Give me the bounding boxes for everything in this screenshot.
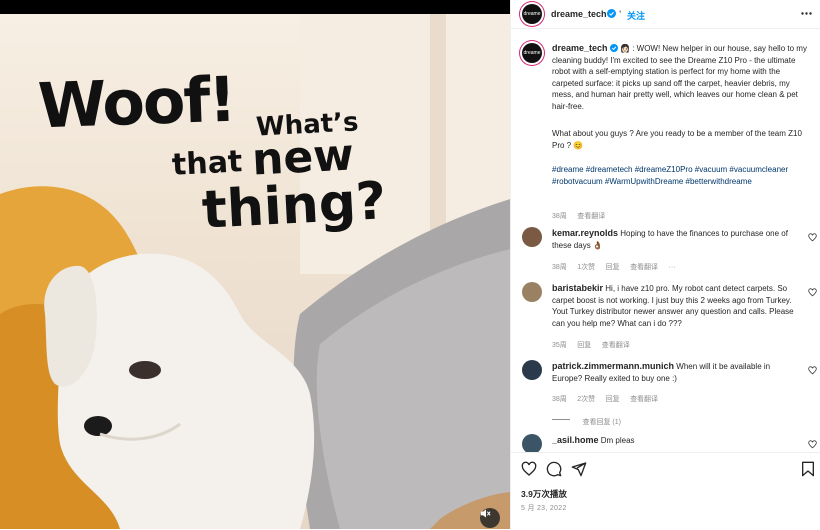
more-horizontal-icon[interactable]: [801, 12, 812, 15]
author-avatar[interactable]: dreame: [522, 4, 542, 24]
comment-like-heart-icon[interactable]: [808, 366, 817, 375]
caption-hashtags[interactable]: #dreame #dreametech #dreameZ10Pro #vacuu…: [552, 164, 808, 187]
caption-username[interactable]: dreame_tech: [552, 43, 608, 53]
comment-time: 38周: [552, 396, 567, 403]
overlay-text-woof: Woof!: [36, 62, 236, 143]
comment-reply-link[interactable]: 回复: [577, 342, 591, 349]
overlay-text-thing: thing?: [200, 171, 388, 241]
comment-item: baristabekir Hi, i have z10 pro. My robo…: [552, 283, 802, 329]
commenter-avatar[interactable]: [522, 360, 542, 380]
comment-item: patrick.zimmermann.munich When will it b…: [552, 361, 802, 384]
comment-like-heart-icon[interactable]: [808, 288, 817, 297]
comment-time: 38周: [552, 264, 567, 271]
view-replies[interactable]: 查看回复 (1): [552, 411, 621, 429]
comment-item: kemar.reynolds Hoping to have the financ…: [552, 228, 792, 251]
share-icon[interactable]: [571, 461, 587, 477]
header-username[interactable]: dreame_tech: [551, 9, 607, 19]
post-header: dreame dreame_tech • 关注: [511, 0, 820, 29]
comment-like-heart-icon[interactable]: [808, 440, 817, 449]
instagram-post-view: Woof! What’s that new thing? dreame drea…: [0, 0, 820, 529]
comment-time: 35周: [552, 342, 567, 349]
mute-button[interactable]: [480, 508, 500, 528]
commenter-avatar[interactable]: [522, 282, 542, 302]
caption-translate-link[interactable]: 查看翻译: [577, 213, 605, 220]
caption-emoji: 👩🏻: [620, 44, 630, 53]
comment-text: Dm pleas: [600, 436, 635, 445]
post-actions: 3.9万次播放 5 月 23, 2022: [511, 452, 820, 530]
caption-time: 38周: [552, 213, 567, 220]
comment-translate-link[interactable]: 查看翻译: [630, 396, 658, 403]
comment-username[interactable]: patrick.zimmermann.munich: [552, 361, 674, 371]
header-separator: •: [619, 9, 622, 16]
comment-reply-link[interactable]: 回复: [606, 264, 620, 271]
comment-translate-link[interactable]: 查看翻译: [630, 264, 658, 271]
heart-icon[interactable]: [521, 461, 537, 477]
caption-question: What about you guys ? Are you ready to b…: [552, 129, 802, 150]
caption-text: dreame_tech 👩🏻 : WOW! New helper in our …: [552, 43, 808, 112]
comment-username[interactable]: baristabekir: [552, 283, 603, 293]
overlay-text-that: that: [171, 144, 244, 183]
caption-body: : WOW! New helper in our house, say hell…: [552, 44, 807, 111]
follow-button[interactable]: 关注: [627, 9, 645, 22]
comment-item: _asil.home Dm pleas: [552, 435, 802, 447]
comment-reply-link[interactable]: 回复: [606, 396, 620, 403]
commenter-avatar[interactable]: [522, 227, 542, 247]
comment-icon[interactable]: [546, 461, 562, 477]
view-replies-link[interactable]: 查看回复 (1): [582, 419, 621, 426]
comment-more-icon[interactable]: ···: [669, 264, 676, 271]
caption-meta: 38周 查看翻译: [552, 205, 605, 223]
comment-translate-link[interactable]: 查看翻译: [602, 342, 630, 349]
comment-meta: 38周 2次赞 回复 查看翻译: [552, 388, 658, 406]
comment-meta: 38周 1次赞 回复 查看翻译 ···: [552, 256, 676, 274]
comment-like-heart-icon[interactable]: [808, 233, 817, 242]
commenter-avatar[interactable]: [522, 434, 542, 452]
comment-username[interactable]: _asil.home: [552, 435, 599, 445]
post-video[interactable]: Woof! What’s that new thing?: [0, 14, 510, 529]
avatar-text: dreame: [523, 11, 541, 17]
post-side-panel: dreame dreame_tech • 关注 dreame dreame_te…: [510, 0, 820, 529]
comment-likes[interactable]: 1次赞: [577, 264, 595, 271]
verified-badge-icon: [609, 44, 618, 52]
bookmark-icon[interactable]: [801, 461, 815, 477]
speaker-muted-icon: [480, 509, 491, 518]
top-black-bar: [0, 0, 510, 14]
view-replies-line: [552, 419, 570, 421]
view-count[interactable]: 3.9万次播放: [521, 488, 567, 500]
caption-author-avatar[interactable]: dreame: [522, 43, 542, 63]
comment-likes[interactable]: 2次赞: [577, 396, 595, 403]
comment-username[interactable]: kemar.reynolds: [552, 228, 618, 238]
comments-scroll-area[interactable]: dreame dreame_tech 👩🏻 : WOW! New helper …: [511, 29, 820, 452]
verified-badge-icon: [607, 9, 616, 18]
avatar-text: dreame: [523, 50, 541, 56]
post-date: 5 月 23, 2022: [521, 505, 567, 512]
comment-meta: 35周 回复 查看翻译: [552, 334, 630, 352]
